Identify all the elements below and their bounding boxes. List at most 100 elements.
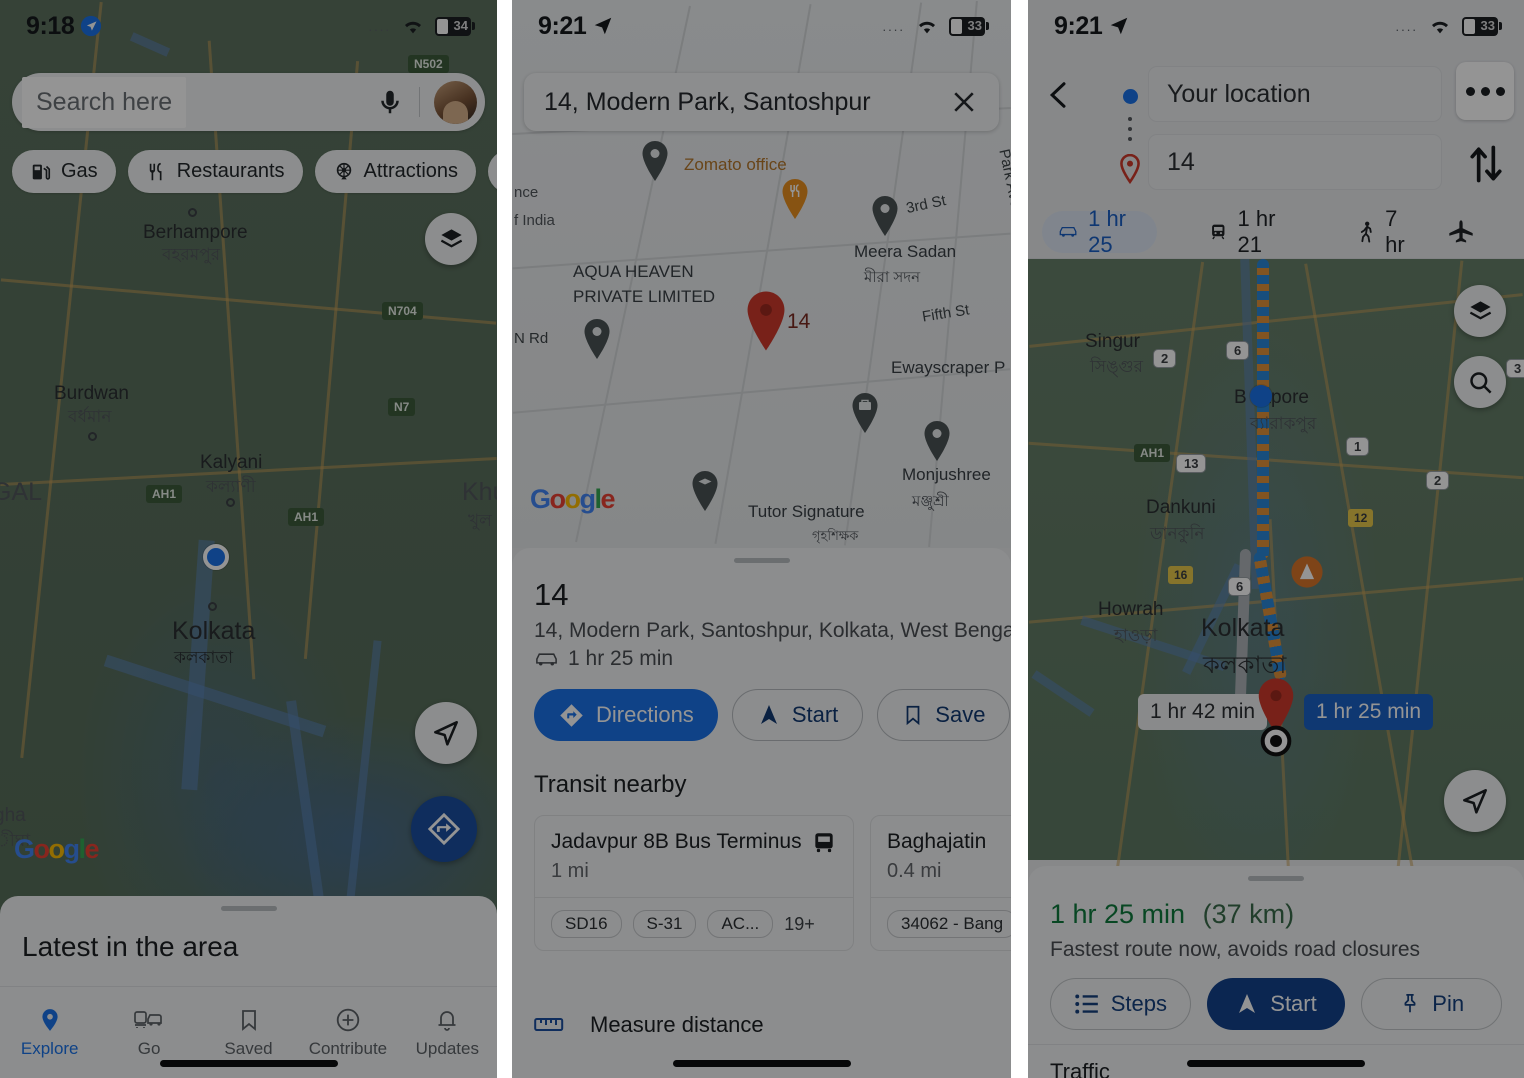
- road-shield: 1: [1346, 437, 1370, 456]
- bell-icon: [438, 1010, 456, 1031]
- route-badge[interactable]: SD16: [551, 910, 622, 938]
- panel-place-details: nce f India Zomato office Meera Sadan মী…: [512, 0, 1011, 1078]
- tab-label: Updates: [415, 1038, 479, 1058]
- directions-fab[interactable]: [411, 796, 477, 862]
- landmark-icon: [1291, 556, 1323, 588]
- chip-restaurants[interactable]: Restaurants: [127, 150, 303, 193]
- bus-icon: [815, 833, 833, 853]
- chip-hotels[interactable]: [488, 150, 497, 193]
- map-pin[interactable]: [870, 195, 900, 237]
- search-input[interactable]: Search here: [22, 76, 187, 128]
- chip-gas[interactable]: Gas: [12, 150, 116, 193]
- map-search-button[interactable]: [1454, 356, 1506, 408]
- swap-vertical-icon[interactable]: [1464, 142, 1508, 186]
- directions-diamond-icon: [427, 812, 461, 846]
- mode-flights[interactable]: [1430, 211, 1502, 253]
- pin-icon: [1404, 993, 1416, 1013]
- status-indicators: .... 34: [369, 16, 475, 36]
- save-button[interactable]: Save: [877, 689, 1011, 741]
- start-button[interactable]: Start: [1206, 978, 1346, 1030]
- mode-transit[interactable]: 1 hr 21: [1193, 206, 1306, 257]
- map-pin[interactable]: [582, 318, 612, 360]
- map-label: 3rd St: [904, 192, 948, 217]
- transit-card-head: Jadavpur 8B Bus Terminus 1 mi: [535, 816, 853, 897]
- transit-card[interactable]: Jadavpur 8B Bus Terminus 1 mi SD16 S-31: [534, 815, 854, 951]
- gas-pump-icon: [32, 164, 51, 180]
- tab-label: Go: [137, 1038, 161, 1058]
- commute-icon: [134, 1010, 162, 1028]
- directions-button[interactable]: Directions: [534, 689, 718, 741]
- layers-button[interactable]: [1454, 285, 1506, 337]
- route-badge[interactable]: AC...: [707, 910, 774, 938]
- recenter-button[interactable]: [415, 702, 477, 764]
- map-canvas-route[interactable]: Singur সিঙ্গুর B ckpore ব্যারাকপুর Danku…: [1028, 258, 1524, 1078]
- place-name: 14: [534, 577, 569, 612]
- travel-mode-bar: 1 hr 25 1 hr 21 7 hr: [1028, 205, 1524, 259]
- navigation-arrow-icon: [434, 721, 458, 746]
- transit-name: Jadavpur 8B Bus Terminus: [551, 830, 802, 853]
- measure-distance-row[interactable]: Measure distance: [534, 1012, 764, 1038]
- map-label-native: গৃহশিক্ষক: [812, 528, 859, 543]
- tab-label: Contribute: [308, 1038, 388, 1058]
- map-pin-selected[interactable]: [742, 290, 790, 352]
- map-pin-school[interactable]: [690, 470, 720, 512]
- pin-button[interactable]: Pin: [1361, 978, 1503, 1030]
- map-label: nce: [514, 184, 539, 201]
- close-x-icon[interactable]: [949, 87, 979, 117]
- primary-route-eta[interactable]: 1 hr 25 min: [1304, 694, 1434, 730]
- transit-distance: 0.4 mi: [887, 860, 942, 882]
- map-pin-store[interactable]: [850, 392, 880, 434]
- search-bar[interactable]: 14, Modern Park, Santoshpur: [524, 73, 999, 131]
- origin-value: Your location: [1167, 79, 1311, 108]
- route-badge[interactable]: S-31: [632, 910, 697, 938]
- layers-button[interactable]: [425, 213, 477, 265]
- restaurant-icon: [149, 162, 162, 180]
- map-label: Meera Sadan: [854, 242, 957, 261]
- destination-field[interactable]: 14: [1148, 134, 1442, 190]
- route-summary-sheet[interactable]: 1 hr 25 min (37 km) Fastest route now, a…: [1028, 866, 1524, 1078]
- route-badge[interactable]: 34062 - Bang: [887, 910, 1011, 938]
- place-bottom-sheet[interactable]: 14 14, Modern Park, Santoshpur, Kolkata,…: [512, 548, 1011, 1078]
- mode-walking[interactable]: 7 hr: [1342, 206, 1430, 257]
- transit-card[interactable]: Baghajatin 0.4 mi 34062 - Bang: [870, 815, 1011, 951]
- map-label: Berhampore: [143, 222, 248, 243]
- map-label-native: ডানকুনি: [1150, 524, 1205, 543]
- road-shield: 3: [1506, 359, 1524, 378]
- search-bar[interactable]: Search here: [12, 73, 485, 131]
- transit-card-row: Jadavpur 8B Bus Terminus 1 mi SD16 S-31: [512, 799, 1011, 951]
- map-label: gha: [0, 805, 26, 826]
- ruler-icon: [534, 1018, 564, 1031]
- map-pin-restaurant[interactable]: [780, 178, 810, 220]
- navigation-arrow-icon: [760, 705, 777, 724]
- more-options-button[interactable]: [1456, 62, 1514, 120]
- navigation-arrow-icon: [1239, 994, 1256, 1013]
- start-button[interactable]: Start: [731, 689, 864, 741]
- map-label: Monjushree: [902, 465, 991, 484]
- directions-header: Your location 14: [1028, 56, 1524, 196]
- road-shield: AH1: [1134, 444, 1171, 462]
- steps-button[interactable]: Steps: [1050, 978, 1191, 1030]
- mode-driving[interactable]: 1 hr 25: [1042, 206, 1158, 257]
- avatar[interactable]: [434, 80, 477, 124]
- measure-label: Measure distance: [590, 1012, 764, 1037]
- chip-attractions[interactable]: Attractions: [314, 150, 477, 193]
- alt-route-eta[interactable]: 1 hr 42 min: [1138, 694, 1268, 730]
- search-input[interactable]: 14, Modern Park, Santoshpur: [544, 88, 949, 117]
- status-time-group: 9:21: [538, 12, 614, 41]
- map-pin[interactable]: [922, 420, 952, 462]
- road-shield: 13: [1176, 454, 1207, 473]
- origin-field[interactable]: Your location: [1148, 66, 1442, 122]
- microphone-icon[interactable]: [375, 87, 405, 117]
- recenter-button[interactable]: [1444, 770, 1506, 832]
- chevron-left-icon[interactable]: [1044, 80, 1074, 110]
- place-action-row: Directions Start Save P: [512, 671, 1011, 741]
- map-pin[interactable]: [640, 140, 670, 182]
- map-layers-icon: [1469, 300, 1491, 320]
- tab-updates[interactable]: Updates: [398, 987, 497, 1078]
- waypoint-dot: [1250, 385, 1272, 407]
- map-layers-icon: [440, 228, 462, 248]
- marker-label: 14: [787, 310, 811, 333]
- battery-icon: 33: [949, 16, 989, 36]
- tab-explore[interactable]: Explore: [0, 987, 99, 1078]
- google-watermark: Google: [530, 484, 616, 514]
